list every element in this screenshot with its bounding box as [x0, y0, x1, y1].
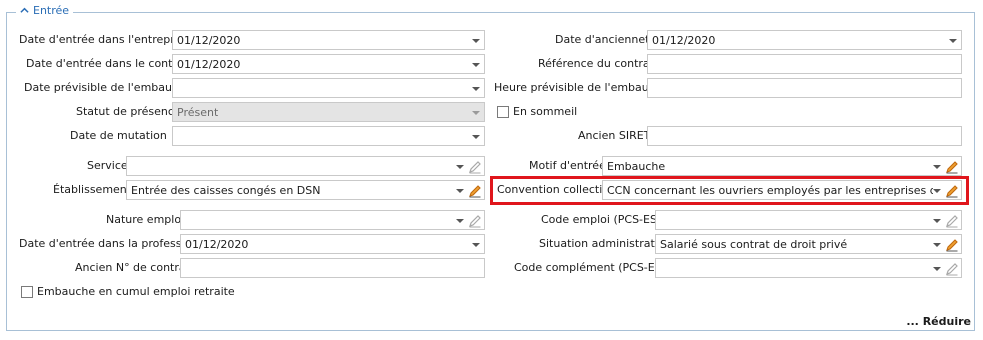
pencil-icon[interactable]	[468, 184, 482, 198]
label-date-mutation: Date de mutation	[70, 129, 167, 142]
label-motif-entree: Motif d'entrée	[529, 159, 606, 172]
pencil-icon[interactable]	[945, 214, 959, 228]
dropdown-arrow-icon[interactable]	[933, 219, 941, 223]
label-heure-previsible-embauche: Heure prévisible de l'embauche	[494, 81, 669, 94]
pencil-icon[interactable]	[468, 214, 482, 228]
heure-previsible-embauche-field[interactable]	[647, 78, 962, 98]
dropdown-arrow-icon[interactable]	[933, 165, 941, 169]
section-title: Entrée	[33, 4, 70, 17]
dropdown-arrow-icon[interactable]	[949, 39, 957, 43]
section-header[interactable]: Entrée	[16, 4, 74, 17]
label-embauche-cumul: Embauche en cumul emploi retraite	[37, 285, 235, 298]
dropdown-arrow-icon[interactable]	[472, 243, 480, 247]
date-previsible-embauche-field[interactable]	[172, 78, 485, 98]
dropdown-arrow-icon[interactable]	[472, 87, 480, 91]
pencil-icon[interactable]	[945, 238, 959, 252]
label-etablissement: Établissement	[53, 183, 132, 196]
situation-administrative-select[interactable]: Salarié sous contrat de droit privé	[655, 234, 962, 254]
code-emploi-select[interactable]	[655, 210, 962, 230]
reduire-link[interactable]: ... Réduire	[906, 315, 971, 328]
label-nature-emploi: Nature emploi	[106, 213, 185, 226]
date-mutation-field[interactable]	[172, 126, 485, 146]
label-situation-administrative: Situation administrative	[539, 237, 672, 250]
label-date-entree-contrat: Date d'entrée dans le contrat	[26, 57, 189, 70]
dropdown-arrow-icon[interactable]	[472, 39, 480, 43]
reference-contrat-field[interactable]	[647, 54, 962, 74]
label-date-previsible-embauche: Date prévisible de l'embauche	[24, 81, 192, 94]
etablissement-select[interactable]: Entrée des caisses congés en DSN	[126, 180, 485, 200]
dropdown-arrow-icon[interactable]	[456, 219, 464, 223]
label-date-entree-profession: Date d'entrée dans la profession	[19, 237, 199, 250]
dropdown-arrow-icon[interactable]	[933, 243, 941, 247]
pencil-icon[interactable]	[468, 160, 482, 174]
service-select[interactable]	[126, 156, 485, 176]
label-date-entree-entreprise: Date d'entrée dans l'entreprise	[19, 33, 191, 46]
label-reference-contrat: Référence du contrat	[538, 57, 654, 70]
pencil-icon[interactable]	[945, 262, 959, 276]
dropdown-arrow-icon[interactable]	[456, 189, 464, 193]
label-code-emploi: Code emploi (PCS-ESE)	[541, 213, 669, 226]
pencil-icon[interactable]	[945, 160, 959, 174]
dropdown-arrow-icon[interactable]	[472, 111, 480, 115]
nature-emploi-select[interactable]	[180, 210, 485, 230]
label-ancien-no-contrat: Ancien N° de contrat	[75, 261, 190, 274]
convention-collective-highlight	[490, 176, 969, 205]
label-date-anciennete: Date d'ancienneté	[555, 33, 657, 46]
date-entree-profession-field[interactable]: 01/12/2020	[180, 234, 485, 254]
statut-presence-select[interactable]: Présent	[172, 102, 485, 122]
ancien-no-contrat-field[interactable]	[180, 258, 485, 278]
label-code-complement: Code complément (PCS-ESE)	[514, 261, 673, 274]
label-ancien-siret: Ancien SIRET	[578, 129, 651, 142]
label-statut-presence: Statut de présence	[76, 105, 181, 118]
dropdown-arrow-icon[interactable]	[456, 165, 464, 169]
chevron-up-icon[interactable]	[20, 6, 29, 15]
label-en-sommeil: En sommeil	[513, 105, 578, 118]
date-entree-entreprise-field[interactable]: 01/12/2020	[172, 30, 485, 50]
dropdown-arrow-icon[interactable]	[472, 63, 480, 67]
label-service: Service	[87, 159, 128, 172]
embauche-cumul-checkbox[interactable]	[21, 286, 33, 298]
en-sommeil-checkbox[interactable]	[497, 106, 509, 118]
code-complement-select[interactable]	[655, 258, 962, 278]
dropdown-arrow-icon[interactable]	[472, 135, 480, 139]
date-anciennete-field[interactable]: 01/12/2020	[647, 30, 962, 50]
ancien-siret-field[interactable]	[647, 126, 962, 146]
motif-entree-select[interactable]: Embauche	[602, 156, 962, 176]
date-entree-contrat-field[interactable]: 01/12/2020	[172, 54, 485, 74]
dropdown-arrow-icon[interactable]	[933, 267, 941, 271]
